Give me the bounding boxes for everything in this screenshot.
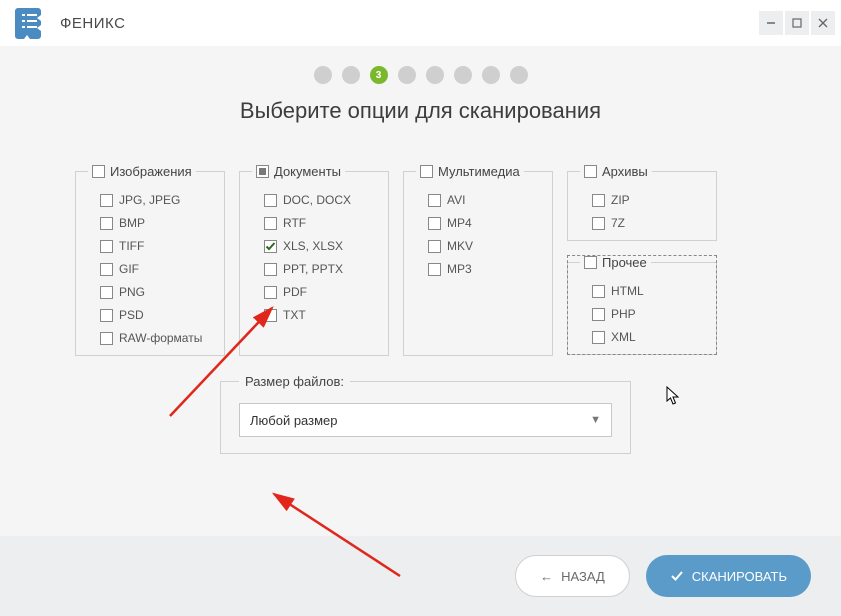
opt-mp3[interactable]: MP3 — [428, 262, 540, 276]
checkbox-php[interactable] — [592, 308, 605, 321]
app-title: ФЕНИКС — [60, 15, 125, 32]
group-multimedia: Мультимедиа AVI MP4 MKV MP3 — [403, 164, 553, 356]
group-archives-title: Архивы — [602, 164, 648, 179]
opt-gif[interactable]: GIF — [100, 262, 212, 276]
checkbox-doc[interactable] — [264, 194, 277, 207]
back-label: НАЗАД — [561, 569, 605, 584]
step-2[interactable] — [342, 66, 360, 84]
size-label: Размер файлов: — [239, 374, 350, 389]
arrow-left-icon: ← — [540, 569, 553, 584]
size-group: Размер файлов: Любой размер ▼ — [220, 374, 631, 454]
step-1[interactable] — [314, 66, 332, 84]
checkbox-group-archives[interactable] — [584, 165, 597, 178]
checkbox-html[interactable] — [592, 285, 605, 298]
group-images-title: Изображения — [110, 164, 192, 179]
opt-rtf[interactable]: RTF — [264, 216, 376, 230]
back-button[interactable]: ← НАЗАД — [515, 555, 630, 597]
close-button[interactable] — [811, 11, 835, 35]
checkbox-mp3[interactable] — [428, 263, 441, 276]
opt-png[interactable]: PNG — [100, 285, 212, 299]
page-title: Выберите опции для сканирования — [10, 98, 831, 124]
stepper: 3 — [10, 46, 831, 98]
opt-xls[interactable]: XLS, XLSX — [264, 239, 376, 253]
main-area: 3 Выберите опции для сканирования Изобра… — [0, 46, 841, 536]
checkbox-7z[interactable] — [592, 217, 605, 230]
opt-php[interactable]: PHP — [592, 307, 704, 321]
checkbox-zip[interactable] — [592, 194, 605, 207]
checkbox-tiff[interactable] — [100, 240, 113, 253]
window-controls — [759, 11, 835, 35]
opt-raw[interactable]: RAW-форматы — [100, 331, 212, 345]
opt-7z[interactable]: 7Z — [592, 216, 704, 230]
opt-txt[interactable]: TXT — [264, 308, 376, 322]
checkbox-xls[interactable] — [264, 240, 277, 253]
checkbox-group-images[interactable] — [92, 165, 105, 178]
group-other: Прочее HTML PHP XML — [567, 255, 717, 355]
footer: ← НАЗАД СКАНИРОВАТЬ — [0, 536, 841, 616]
opt-tiff[interactable]: TIFF — [100, 239, 212, 253]
chevron-down-icon: ▼ — [590, 414, 601, 426]
checkbox-raw[interactable] — [100, 332, 113, 345]
checkbox-gif[interactable] — [100, 263, 113, 276]
checkbox-bmp[interactable] — [100, 217, 113, 230]
size-value: Любой размер — [250, 413, 338, 428]
checkbox-group-multimedia[interactable] — [420, 165, 433, 178]
checkbox-xml[interactable] — [592, 331, 605, 344]
group-other-title: Прочее — [602, 255, 647, 270]
scan-label: СКАНИРОВАТЬ — [692, 569, 787, 584]
step-active-label: 3 — [376, 70, 382, 81]
checkbox-psd[interactable] — [100, 309, 113, 322]
step-5[interactable] — [426, 66, 444, 84]
group-documents: Документы DOC, DOCX RTF XLS, XLSX PPT, P… — [239, 164, 389, 356]
maximize-button[interactable] — [785, 11, 809, 35]
opt-jpg[interactable]: JPG, JPEG — [100, 193, 212, 207]
group-images: Изображения JPG, JPEG BMP TIFF GIF PNG P… — [75, 164, 225, 356]
checkbox-txt[interactable] — [264, 309, 277, 322]
checkbox-ppt[interactable] — [264, 263, 277, 276]
step-3[interactable]: 3 — [370, 66, 388, 84]
step-4[interactable] — [398, 66, 416, 84]
opt-avi[interactable]: AVI — [428, 193, 540, 207]
opt-bmp[interactable]: BMP — [100, 216, 212, 230]
opt-xml[interactable]: XML — [592, 330, 704, 344]
checkbox-rtf[interactable] — [264, 217, 277, 230]
opt-mp4[interactable]: MP4 — [428, 216, 540, 230]
titlebar: ФЕНИКС — [0, 0, 841, 46]
group-multimedia-title: Мультимедиа — [438, 164, 520, 179]
group-archives: Архивы ZIP 7Z — [567, 164, 717, 241]
checkbox-mp4[interactable] — [428, 217, 441, 230]
opt-html[interactable]: HTML — [592, 284, 704, 298]
cursor-icon — [665, 386, 681, 406]
opt-psd[interactable]: PSD — [100, 308, 212, 322]
step-7[interactable] — [482, 66, 500, 84]
group-documents-title: Документы — [274, 164, 341, 179]
checkbox-jpg[interactable] — [100, 194, 113, 207]
checkbox-png[interactable] — [100, 286, 113, 299]
check-icon — [670, 569, 684, 583]
opt-mkv[interactable]: MKV — [428, 239, 540, 253]
minimize-button[interactable] — [759, 11, 783, 35]
opt-zip[interactable]: ZIP — [592, 193, 704, 207]
checkbox-mkv[interactable] — [428, 240, 441, 253]
opt-pdf[interactable]: PDF — [264, 285, 376, 299]
step-6[interactable] — [454, 66, 472, 84]
size-select[interactable]: Любой размер ▼ — [239, 403, 612, 437]
step-8[interactable] — [510, 66, 528, 84]
opt-doc[interactable]: DOC, DOCX — [264, 193, 376, 207]
checkbox-avi[interactable] — [428, 194, 441, 207]
app-logo-icon — [14, 6, 48, 40]
checkbox-group-documents[interactable] — [256, 165, 269, 178]
opt-ppt[interactable]: PPT, PPTX — [264, 262, 376, 276]
groups-row: Изображения JPG, JPEG BMP TIFF GIF PNG P… — [10, 164, 831, 356]
scan-button[interactable]: СКАНИРОВАТЬ — [646, 555, 811, 597]
checkbox-pdf[interactable] — [264, 286, 277, 299]
checkbox-group-other[interactable] — [584, 256, 597, 269]
